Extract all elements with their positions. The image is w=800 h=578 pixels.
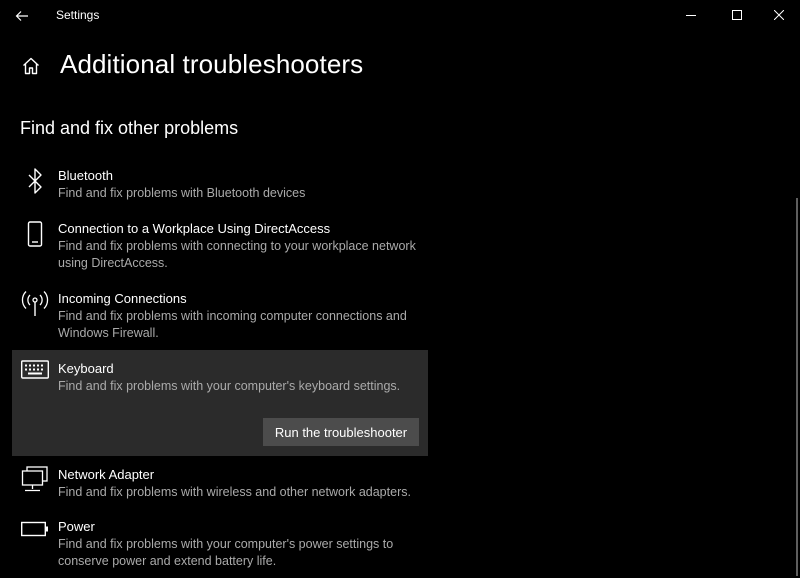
troubleshooter-description: Find and fix problems with wireless and … (58, 485, 411, 499)
troubleshooter-name: Incoming Connections (58, 291, 187, 306)
run-troubleshooter-button[interactable]: Run the troubleshooter (263, 418, 419, 446)
troubleshooter-bluetooth[interactable]: Bluetooth Find and fix problems with Blu… (12, 160, 428, 204)
troubleshooter-name: Network Adapter (58, 467, 155, 482)
back-button[interactable] (8, 2, 36, 30)
close-button[interactable] (756, 0, 800, 30)
troubleshooter-name: Power (58, 519, 95, 534)
troubleshooter-keyboard[interactable]: Keyboard Find and fix problems with your… (12, 350, 428, 456)
maximize-icon (732, 10, 742, 20)
back-arrow-icon (15, 11, 28, 21)
network-adapter-icon (20, 466, 50, 496)
minimize-button[interactable] (668, 0, 714, 30)
scrollbar[interactable] (796, 198, 798, 576)
troubleshooter-description: Find and fix problems with incoming comp… (58, 309, 407, 340)
troubleshooter-power[interactable]: Power Find and fix problems with your co… (12, 512, 428, 576)
antenna-icon (20, 290, 50, 320)
troubleshooter-name: Keyboard (58, 361, 114, 376)
troubleshooter-name: Bluetooth (58, 168, 113, 183)
title-bar: Settings (0, 0, 800, 32)
section-heading: Find and fix other problems (20, 118, 239, 138)
troubleshooter-description: Find and fix problems with your computer… (58, 537, 394, 568)
keyboard-icon (20, 360, 50, 390)
troubleshooter-description: Find and fix problems with connecting to… (58, 239, 416, 270)
page-title: Additional troubleshooters (60, 49, 364, 79)
maximize-button[interactable] (714, 0, 760, 30)
troubleshooter-name: Connection to a Workplace Using DirectAc… (58, 221, 331, 236)
troubleshooter-incoming-connections[interactable]: Incoming Connections Find and fix proble… (12, 282, 428, 346)
battery-icon (20, 521, 50, 551)
troubleshooter-network-adapter[interactable]: Network Adapter Find and fix problems wi… (12, 460, 428, 504)
home-button[interactable] (18, 52, 44, 80)
troubleshooter-description: Find and fix problems with Bluetooth dev… (58, 186, 306, 200)
close-icon (774, 10, 784, 20)
app-title: Settings (56, 8, 100, 22)
phone-icon (20, 221, 50, 251)
minimize-icon (686, 15, 696, 16)
home-icon (23, 57, 39, 75)
troubleshooter-description: Find and fix problems with your computer… (58, 379, 401, 393)
troubleshooter-directaccess[interactable]: Connection to a Workplace Using DirectAc… (12, 212, 428, 276)
bluetooth-icon (20, 168, 50, 198)
